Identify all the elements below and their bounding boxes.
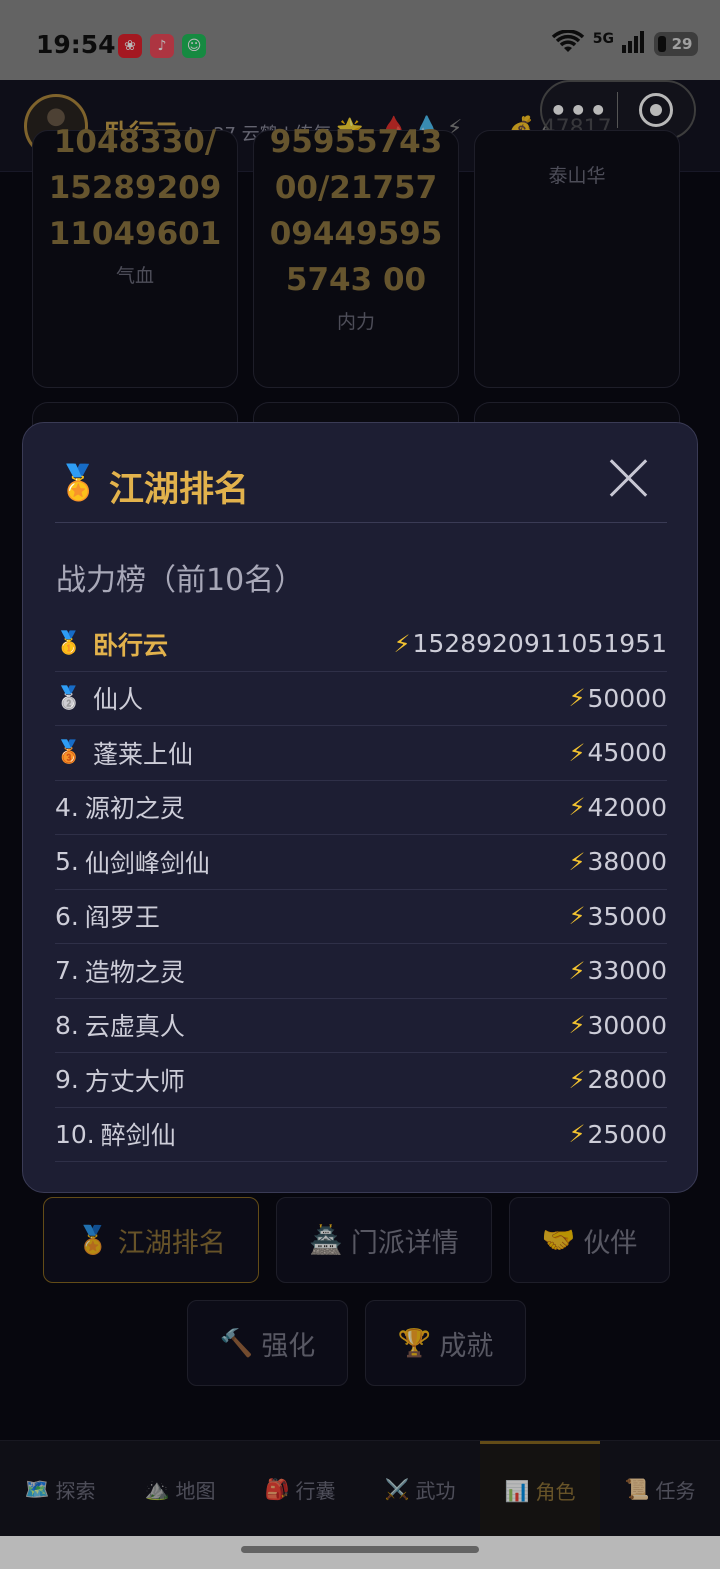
rank-number: 9. [55,1065,79,1095]
bronze-medal-icon: 🥉 [55,740,83,766]
player-name: 源初之灵 [84,794,185,824]
ranking-row: 🥇 卧行云 ⚡ 1528920911051951 [55,617,667,672]
player-name: 造物之灵 [84,957,185,987]
player-name: 卧行云 [93,630,169,660]
lightning-icon: ⚡ [393,629,411,658]
ranking-row: 🥈 仙人 ⚡ 50000 [55,672,667,726]
player-name: 醉剑仙 [100,1121,176,1151]
ranking-row: 5. 仙剑峰剑仙 ⚡ 38000 [55,835,667,890]
rank-number: 6. [55,901,79,931]
close-icon[interactable] [607,457,651,501]
modal-title: 江湖排名 [109,469,250,510]
lightning-icon: ⚡ [568,738,586,767]
power-value: 50000 [587,683,667,713]
ranking-row: 10. 醉剑仙 ⚡ 25000 [55,1108,667,1162]
player-name: 阎罗王 [84,903,160,933]
ranking-modal: 🏅 江湖排名 战力榜（前10名） 🥇 卧行云 ⚡ 1528920911051951 … [22,422,698,1193]
lightning-icon: ⚡ [568,847,586,876]
rank-number: 7. [55,956,79,986]
rank-number: 4. [55,792,79,822]
lightning-icon: ⚡ [568,1011,586,1040]
silver-medal-icon: 🥈 [55,685,83,711]
ranking-row: 🥉 蓬莱上仙 ⚡ 45000 [55,726,667,781]
lightning-icon: ⚡ [568,1120,586,1149]
modal-header: 🏅 江湖排名 [55,457,667,523]
player-name: 仙人 [93,685,144,715]
ranking-row: 8. 云虚真人 ⚡ 30000 [55,999,667,1053]
power-value: 28000 [587,1065,667,1095]
player-name: 蓬莱上仙 [93,739,194,769]
power-value: 42000 [587,792,667,822]
power-value: 45000 [587,738,667,768]
lightning-icon: ⚡ [568,956,586,985]
player-name: 仙剑峰剑仙 [84,848,210,878]
power-value: 1528920911051951 [412,629,668,659]
power-value: 35000 [587,901,667,931]
power-value: 25000 [587,1119,667,1149]
rank-number: 10. [55,1119,95,1149]
rank-number: 8. [55,1010,79,1040]
rank-number: 5. [55,847,79,877]
lightning-icon: ⚡ [568,1065,586,1094]
lightning-icon: ⚡ [568,684,586,713]
player-name: 云虚真人 [84,1012,185,1042]
gold-medal-icon: 🥇 [55,631,83,657]
power-value: 33000 [587,956,667,986]
lightning-icon: ⚡ [568,793,586,822]
ranking-row: 7. 造物之灵 ⚡ 33000 [55,944,667,999]
player-name: 方丈大师 [84,1066,185,1096]
ranking-row: 9. 方丈大师 ⚡ 28000 [55,1053,667,1108]
power-value: 38000 [587,847,667,877]
lightning-icon: ⚡ [568,902,586,931]
ranking-row: 4. 源初之灵 ⚡ 42000 [55,781,667,835]
medal-icon: 🏅 [57,463,100,503]
ranking-row: 6. 阎罗王 ⚡ 35000 [55,890,667,944]
power-value: 30000 [587,1010,667,1040]
modal-subtitle: 战力榜（前10名） [56,563,305,598]
ranking-list: 🥇 卧行云 ⚡ 1528920911051951 🥈 仙人 ⚡ 50000 🥉 蓬莱上仙 … [55,617,667,1162]
